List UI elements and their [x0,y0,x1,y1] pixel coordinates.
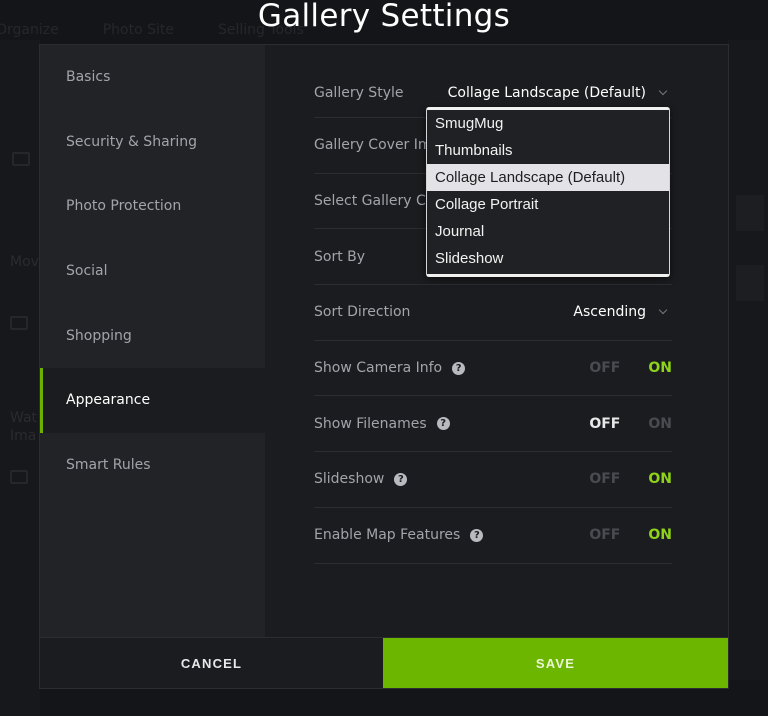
sidebar-item-label: Security & Sharing [66,133,198,150]
sidebar-item-label: Appearance [66,392,151,409]
enable-map-features-label: Enable Map Features [314,527,461,544]
help-icon[interactable]: ? [470,528,484,542]
setting-row-enable-map-features: Enable Map Features ? OFF ON [314,508,672,564]
bg-item: Wat [10,410,38,426]
sidebar-item-security-sharing[interactable]: Security & Sharing [40,110,265,175]
toggle-on-option[interactable]: ON [648,527,672,543]
sort-by-label: Sort By [314,248,366,265]
dropdown-option-journal[interactable]: Journal [427,218,669,245]
sidebar-item-label: Social [66,263,108,280]
show-filenames-label-wrap: Show Filenames ? [314,416,450,432]
setting-row-show-camera-info: Show Camera Info ? OFF ON [314,341,672,397]
sidebar-item-label: Smart Rules [66,456,151,473]
toggle-on-option[interactable]: ON [648,360,672,376]
sidebar-item-social[interactable]: Social [40,239,265,304]
slideshow-label-wrap: Slideshow ? [314,471,408,488]
gallery-cover-label: Gallery Cover Im [314,137,432,154]
toggle-on-option[interactable]: ON [648,471,672,487]
enable-map-features-label-wrap: Enable Map Features ? [314,527,484,544]
toggle-off-option[interactable]: OFF [589,527,620,543]
sort-direction-label: Sort Direction [314,304,411,321]
background-right-panel [728,40,768,680]
sidebar-item-label: Photo Protection [66,198,182,215]
dropdown-option-collage-portrait[interactable]: Collage Portrait [427,191,669,218]
slideshow-toggle: OFF ON [589,471,672,487]
bg-item: Ima [10,428,37,444]
help-icon[interactable]: ? [452,361,466,375]
sidebar-item-basics[interactable]: Basics [40,45,265,110]
show-filenames-label: Show Filenames [314,415,427,432]
bg-right-block [736,195,764,231]
dropdown-option-collage-landscape[interactable]: Collage Landscape (Default) [427,164,669,191]
show-filenames-toggle: OFF ON [589,416,672,432]
gallery-style-label: Gallery Style [314,85,404,101]
dropdown-option-smugmug[interactable]: SmugMug [427,110,669,137]
sidebar-item-appearance[interactable]: Appearance [40,367,265,433]
chevron-down-icon [658,306,668,315]
chevron-down-icon [658,86,668,96]
save-button[interactable]: SAVE [383,638,728,688]
setting-row-sort-direction: Sort Direction Ascending [314,285,672,341]
image-icon [10,316,28,330]
modal-title: Gallery Settings [257,0,511,34]
bg-item: Mov [10,254,39,270]
sidebar-item-photo-protection[interactable]: Photo Protection [40,174,265,239]
show-camera-info-toggle: OFF ON [589,360,672,376]
watermark-icon [10,470,28,484]
help-icon[interactable]: ? [394,472,408,486]
sort-direction-value: Ascending [573,304,646,321]
dropdown-option-thumbnails[interactable]: Thumbnails [427,137,669,164]
sidebar-item-smart-rules[interactable]: Smart Rules [40,433,265,498]
modal-footer: CANCEL SAVE [40,637,728,688]
cancel-button[interactable]: CANCEL [40,638,383,688]
settings-sidebar: Basics Security & Sharing Photo Protecti… [40,45,265,639]
enable-map-features-toggle: OFF ON [589,527,672,543]
lock-icon [12,152,30,166]
help-icon[interactable]: ? [436,417,450,431]
slideshow-label: Slideshow [314,471,385,488]
gallery-style-value: Collage Landscape (Default) [447,85,646,101]
gallery-style-dropdown: SmugMug Thumbnails Collage Landscape (De… [426,107,670,277]
sort-direction-select[interactable]: Ascending [573,304,668,321]
sidebar-item-shopping[interactable]: Shopping [40,303,265,368]
toggle-off-option[interactable]: OFF [589,471,620,487]
toggle-on-option[interactable]: ON [648,416,672,432]
setting-row-slideshow: Slideshow ? OFF ON [314,452,672,508]
sidebar-item-label: Shopping [66,327,132,344]
toggle-off-option[interactable]: OFF [589,416,620,432]
toggle-off-option[interactable]: OFF [589,360,620,376]
setting-row-show-filenames: Show Filenames ? OFF ON [314,396,672,453]
bg-right-block [736,265,764,301]
gallery-style-select[interactable]: Collage Landscape (Default) [447,85,668,101]
show-camera-info-label-wrap: Show Camera Info ? [314,360,466,377]
gallery-color-label: Select Gallery Co [314,193,435,210]
dropdown-option-slideshow[interactable]: Slideshow [427,245,669,272]
background-left-panel: Mov Wat Ima [0,40,40,716]
show-camera-info-label: Show Camera Info [314,360,443,377]
sidebar-item-label: Basics [66,69,111,86]
